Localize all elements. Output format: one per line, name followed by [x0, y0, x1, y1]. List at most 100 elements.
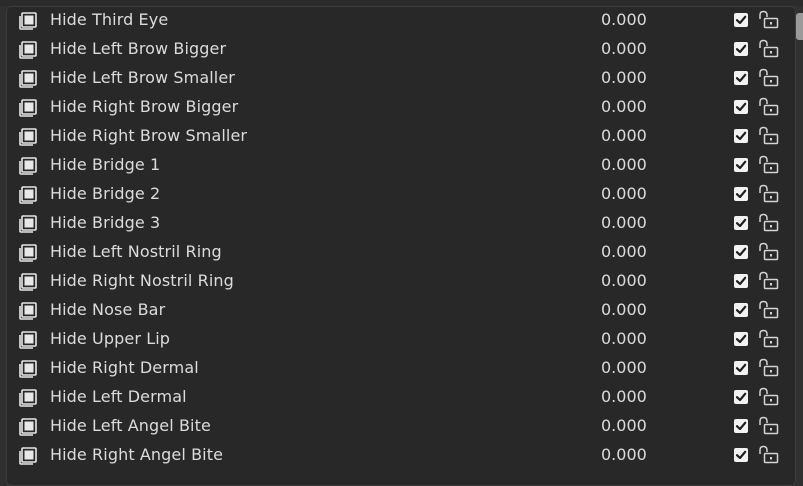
shape-key-value[interactable]: 0.000 — [601, 10, 647, 30]
checkbox-checked-icon — [735, 247, 747, 257]
shape-key-icon — [18, 214, 38, 234]
unlocked-padlock-icon[interactable] — [758, 213, 780, 233]
shape-key-icon — [18, 272, 38, 292]
shape-key-value[interactable]: 0.000 — [601, 358, 647, 378]
shape-key-icon — [18, 388, 38, 408]
shape-key-name[interactable]: Hide Nose Bar — [50, 300, 165, 320]
shape-key-value[interactable]: 0.000 — [601, 329, 647, 349]
unlocked-padlock-icon[interactable] — [758, 155, 780, 175]
shape-key-row[interactable]: Hide Bridge 1 0.000 — [8, 151, 798, 180]
shape-key-value[interactable]: 0.000 — [601, 300, 647, 320]
shape-key-value[interactable]: 0.000 — [601, 155, 647, 175]
shape-key-name[interactable]: Hide Left Brow Bigger — [50, 39, 226, 59]
unlocked-padlock-icon[interactable] — [758, 445, 780, 465]
mute-checkbox[interactable] — [734, 274, 748, 288]
mute-checkbox[interactable] — [734, 42, 748, 56]
shape-key-row[interactable]: Hide Left Brow Bigger 0.000 — [8, 35, 798, 64]
shape-key-row[interactable]: Hide Bridge 3 0.000 — [8, 209, 798, 238]
checkbox-checked-icon — [735, 276, 747, 286]
mute-checkbox[interactable] — [734, 100, 748, 114]
unlocked-padlock-icon[interactable] — [758, 416, 780, 436]
shape-key-name[interactable]: Hide Left Nostril Ring — [50, 242, 222, 262]
unlocked-padlock-icon[interactable] — [758, 97, 780, 117]
shape-key-name[interactable]: Hide Left Angel Bite — [50, 416, 211, 436]
shape-key-icon — [18, 69, 38, 89]
shape-key-name[interactable]: Hide Bridge 1 — [50, 155, 160, 175]
unlocked-padlock-icon[interactable] — [758, 242, 780, 262]
shape-key-value[interactable]: 0.000 — [601, 445, 647, 465]
checkbox-checked-icon — [735, 102, 747, 112]
mute-checkbox[interactable] — [734, 332, 748, 346]
checkbox-checked-icon — [735, 363, 747, 373]
shape-key-name[interactable]: Hide Left Dermal — [50, 387, 187, 407]
shape-key-row[interactable]: Hide Right Brow Bigger 0.000 — [8, 93, 798, 122]
unlocked-padlock-icon[interactable] — [758, 387, 780, 407]
checkbox-checked-icon — [735, 450, 747, 460]
shape-key-name[interactable]: Hide Left Brow Smaller — [50, 68, 235, 88]
shape-key-row[interactable]: Hide Nose Bar 0.000 — [8, 296, 798, 325]
shape-key-row[interactable]: Hide Left Angel Bite 0.000 — [8, 412, 798, 441]
mute-checkbox[interactable] — [734, 419, 748, 433]
shape-key-value[interactable]: 0.000 — [601, 184, 647, 204]
mute-checkbox[interactable] — [734, 129, 748, 143]
shape-key-name[interactable]: Hide Right Nostril Ring — [50, 271, 234, 291]
unlocked-padlock-icon[interactable] — [758, 329, 780, 349]
shape-key-row[interactable]: Hide Left Dermal 0.000 — [8, 383, 798, 412]
checkbox-checked-icon — [735, 421, 747, 431]
shape-key-name[interactable]: Hide Right Brow Bigger — [50, 97, 238, 117]
shape-key-icon — [18, 127, 38, 147]
mute-checkbox[interactable] — [734, 187, 748, 201]
mute-checkbox[interactable] — [734, 71, 748, 85]
shape-key-value[interactable]: 0.000 — [601, 271, 647, 291]
scrollbar[interactable] — [796, 13, 803, 40]
checkbox-checked-icon — [735, 15, 747, 25]
unlocked-padlock-icon[interactable] — [758, 126, 780, 146]
shape-key-name[interactable]: Hide Bridge 3 — [50, 213, 160, 233]
unlocked-padlock-icon[interactable] — [758, 300, 780, 320]
shape-key-icon — [18, 243, 38, 263]
unlocked-padlock-icon[interactable] — [758, 10, 780, 30]
checkbox-checked-icon — [735, 305, 747, 315]
checkbox-checked-icon — [735, 44, 747, 54]
unlocked-padlock-icon[interactable] — [758, 184, 780, 204]
shape-key-value[interactable]: 0.000 — [601, 126, 647, 146]
unlocked-padlock-icon[interactable] — [758, 39, 780, 59]
shape-key-icon — [18, 98, 38, 118]
shape-key-value[interactable]: 0.000 — [601, 39, 647, 59]
shape-key-row[interactable]: Hide Left Nostril Ring 0.000 — [8, 238, 798, 267]
mute-checkbox[interactable] — [734, 245, 748, 259]
unlocked-padlock-icon[interactable] — [758, 271, 780, 291]
shape-key-row[interactable]: Hide Upper Lip 0.000 — [8, 325, 798, 354]
mute-checkbox[interactable] — [734, 390, 748, 404]
shape-key-icon — [18, 185, 38, 205]
mute-checkbox[interactable] — [734, 448, 748, 462]
shape-key-name[interactable]: Hide Right Dermal — [50, 358, 199, 378]
shape-key-row[interactable]: Hide Right Dermal 0.000 — [8, 354, 798, 383]
shape-key-row[interactable]: Hide Third Eye 0.000 — [8, 6, 798, 35]
shape-key-value[interactable]: 0.000 — [601, 97, 647, 117]
shape-key-name[interactable]: Hide Right Angel Bite — [50, 445, 223, 465]
shape-key-name[interactable]: Hide Right Brow Smaller — [50, 126, 247, 146]
unlocked-padlock-icon[interactable] — [758, 68, 780, 88]
shape-key-row[interactable]: Hide Bridge 2 0.000 — [8, 180, 798, 209]
mute-checkbox[interactable] — [734, 13, 748, 27]
mute-checkbox[interactable] — [734, 158, 748, 172]
shape-key-value[interactable]: 0.000 — [601, 387, 647, 407]
shape-key-row[interactable]: Hide Right Brow Smaller 0.000 — [8, 122, 798, 151]
mute-checkbox[interactable] — [734, 361, 748, 375]
shape-key-name[interactable]: Hide Upper Lip — [50, 329, 170, 349]
shape-key-name[interactable]: Hide Third Eye — [50, 10, 168, 30]
mute-checkbox[interactable] — [734, 216, 748, 230]
shape-key-row[interactable]: Hide Right Angel Bite 0.000 — [8, 441, 798, 470]
shape-key-value[interactable]: 0.000 — [601, 242, 647, 262]
shape-key-row[interactable]: Hide Left Brow Smaller 0.000 — [8, 64, 798, 93]
shape-key-name[interactable]: Hide Bridge 2 — [50, 184, 160, 204]
checkbox-checked-icon — [735, 73, 747, 83]
unlocked-padlock-icon[interactable] — [758, 358, 780, 378]
shape-key-icon — [18, 330, 38, 350]
shape-key-value[interactable]: 0.000 — [601, 416, 647, 436]
shape-key-value[interactable]: 0.000 — [601, 213, 647, 233]
mute-checkbox[interactable] — [734, 303, 748, 317]
shape-key-row[interactable]: Hide Right Nostril Ring 0.000 — [8, 267, 798, 296]
shape-key-value[interactable]: 0.000 — [601, 68, 647, 88]
